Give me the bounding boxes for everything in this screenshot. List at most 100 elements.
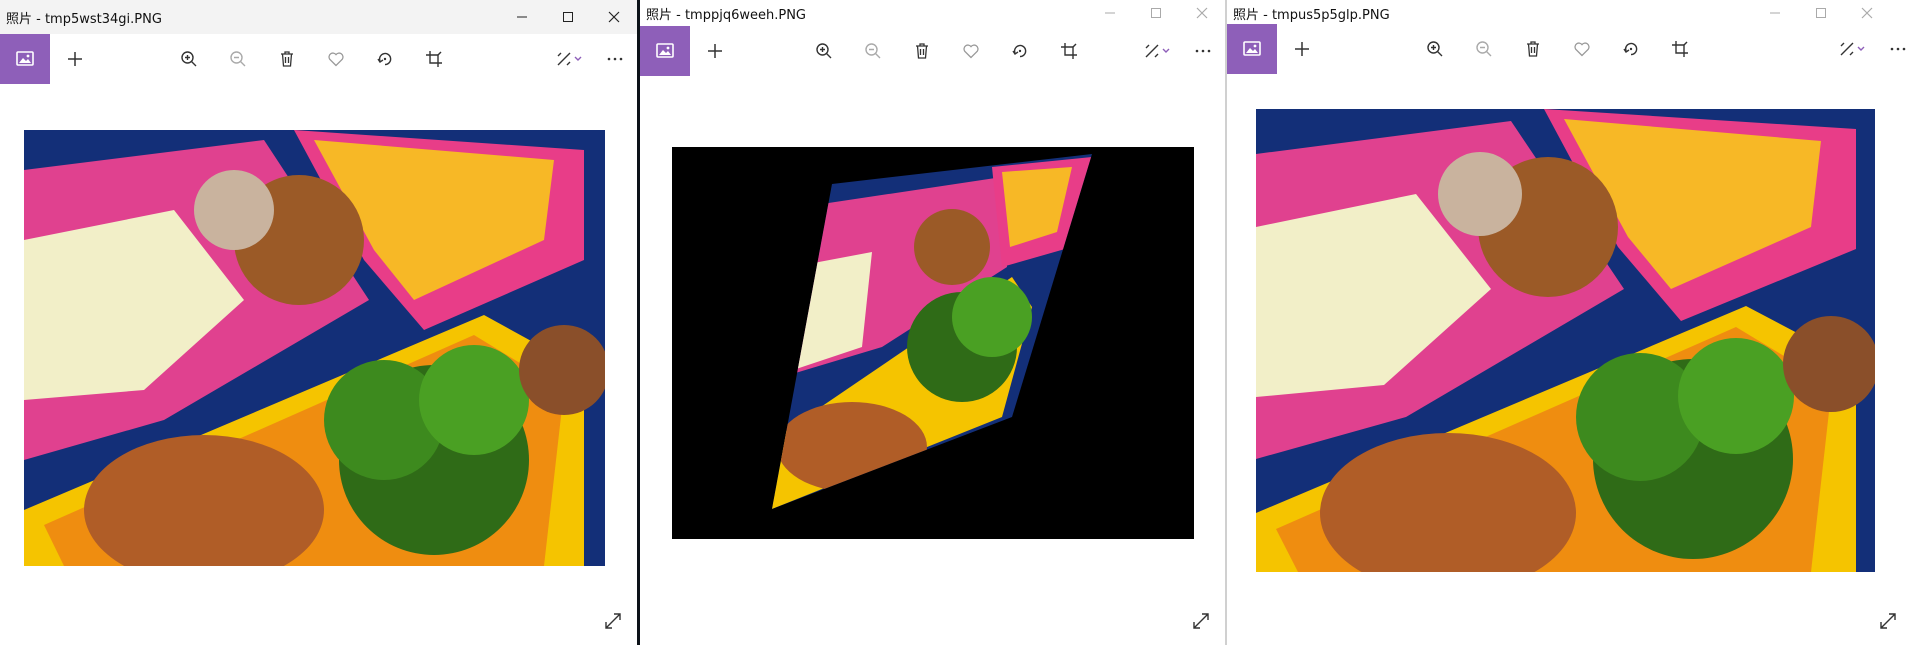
view-photo-button[interactable] — [1227, 24, 1277, 74]
zoom-in-icon — [1426, 41, 1442, 57]
rotate-icon — [1622, 42, 1637, 56]
edit-icon — [557, 52, 582, 66]
view-photo-button[interactable] — [0, 34, 50, 84]
minimize-icon — [1105, 12, 1115, 14]
minimize-icon — [517, 16, 527, 18]
window-title: 照片 - tmpus5p5glp.PNG — [1233, 7, 1390, 23]
zoom-in-button[interactable] — [799, 26, 848, 76]
title-bar[interactable]: 照片 - tmp5wst34gi.PNG — [0, 0, 637, 34]
close-button[interactable] — [591, 0, 637, 34]
expand-icon — [1880, 613, 1896, 629]
edit-icon — [1145, 44, 1170, 58]
photo-display[interactable] — [24, 130, 605, 566]
delete-button[interactable] — [262, 34, 311, 84]
edit-button[interactable] — [1135, 26, 1181, 76]
rotate-icon — [376, 52, 391, 66]
photos-window-2: 照片 - tmppjq6weeh.PNG — [640, 0, 1225, 645]
fullscreen-button[interactable] — [1876, 609, 1900, 633]
crop-button[interactable] — [1655, 24, 1704, 74]
photo-display[interactable] — [1256, 109, 1875, 572]
zoom-out-button[interactable] — [848, 26, 897, 76]
zoom-in-button[interactable] — [1410, 24, 1459, 74]
crop-icon — [1060, 43, 1077, 59]
add-button[interactable] — [690, 26, 739, 76]
view-photo-icon — [1243, 41, 1261, 56]
close-icon — [1196, 7, 1208, 19]
skewed-bento-photo — [672, 147, 1194, 539]
add-button[interactable] — [50, 34, 99, 84]
delete-icon — [1526, 41, 1539, 57]
rotate-icon — [1011, 44, 1026, 58]
toolbar — [640, 26, 1225, 76]
more-icon — [1195, 49, 1211, 53]
crop-button[interactable] — [1044, 26, 1093, 76]
maximize-icon — [563, 12, 573, 22]
delete-icon — [915, 43, 928, 59]
add-icon — [67, 52, 82, 66]
minimize-button[interactable] — [499, 0, 545, 34]
bento-photo — [24, 130, 605, 566]
maximize-button[interactable] — [1798, 0, 1844, 26]
title-bar[interactable]: 照片 - tmppjq6weeh.PNG — [640, 0, 1225, 26]
toolbar — [1227, 24, 1920, 74]
crop-icon — [425, 51, 442, 67]
maximize-button[interactable] — [545, 0, 591, 34]
photos-window-3: 照片 - tmpus5p5glp.PNG — [1227, 0, 1920, 645]
zoom-out-icon — [864, 43, 880, 59]
rotate-button[interactable] — [1606, 24, 1655, 74]
maximize-button[interactable] — [1133, 0, 1179, 26]
photo-display[interactable] — [672, 147, 1194, 539]
title-bar[interactable]: 照片 - tmpus5p5glp.PNG — [1227, 0, 1920, 26]
delete-icon — [280, 51, 293, 67]
zoom-out-button[interactable] — [1459, 24, 1508, 74]
close-button[interactable] — [1179, 0, 1225, 26]
expand-icon — [605, 613, 621, 629]
delete-button[interactable] — [897, 26, 946, 76]
close-icon — [608, 11, 620, 23]
add-icon — [1294, 42, 1309, 56]
more-button[interactable] — [1181, 26, 1225, 76]
zoom-out-icon — [1475, 41, 1491, 57]
close-icon — [1861, 7, 1873, 19]
photos-window-1: 照片 - tmp5wst34gi.PNG — [0, 0, 637, 645]
edit-button[interactable] — [1830, 24, 1876, 74]
edit-button[interactable] — [547, 34, 593, 84]
zoom-out-icon — [229, 51, 245, 67]
more-icon — [1890, 47, 1906, 51]
maximize-icon — [1151, 8, 1161, 18]
favorite-button[interactable] — [1557, 24, 1606, 74]
bento-photo — [1256, 109, 1875, 572]
zoom-in-icon — [815, 43, 831, 59]
zoom-out-button[interactable] — [213, 34, 262, 84]
favorite-icon — [1573, 42, 1590, 57]
rotate-button[interactable] — [360, 34, 409, 84]
add-button[interactable] — [1277, 24, 1326, 74]
favorite-button[interactable] — [311, 34, 360, 84]
view-photo-button[interactable] — [640, 26, 690, 76]
zoom-in-button[interactable] — [164, 34, 213, 84]
more-button[interactable] — [1876, 24, 1920, 74]
minimize-button[interactable] — [1087, 0, 1133, 26]
crop-icon — [1671, 41, 1688, 57]
delete-button[interactable] — [1508, 24, 1557, 74]
more-button[interactable] — [593, 34, 637, 84]
expand-icon — [1193, 613, 1209, 629]
window-title: 照片 - tmppjq6weeh.PNG — [646, 7, 806, 23]
fullscreen-button[interactable] — [601, 609, 625, 633]
toolbar — [0, 34, 637, 84]
add-icon — [707, 44, 722, 58]
crop-button[interactable] — [409, 34, 458, 84]
minimize-button[interactable] — [1752, 0, 1798, 26]
edit-icon — [1840, 42, 1865, 56]
favorite-button[interactable] — [946, 26, 995, 76]
rotate-button[interactable] — [995, 26, 1044, 76]
favorite-icon — [327, 52, 344, 67]
close-button[interactable] — [1844, 0, 1890, 26]
zoom-in-icon — [180, 51, 196, 67]
more-icon — [607, 57, 623, 61]
view-photo-icon — [656, 43, 674, 58]
fullscreen-button[interactable] — [1189, 609, 1213, 633]
minimize-icon — [1770, 12, 1780, 14]
view-photo-icon — [16, 51, 34, 66]
favorite-icon — [962, 44, 979, 59]
